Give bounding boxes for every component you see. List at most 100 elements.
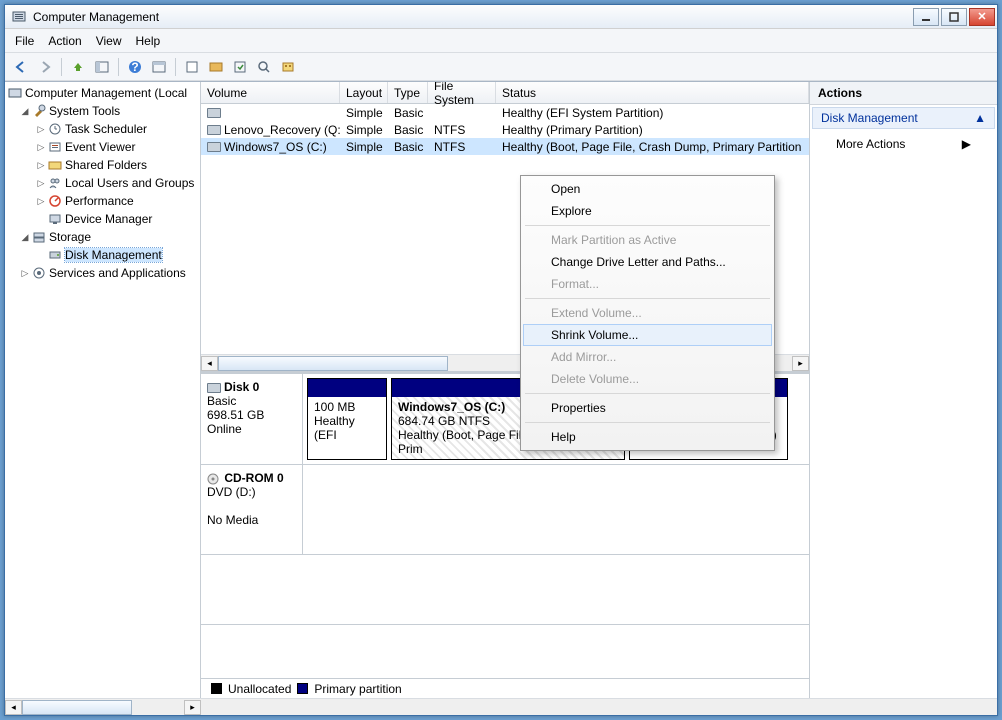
performance-icon bbox=[47, 194, 63, 208]
ctx-format: Format... bbox=[523, 273, 772, 295]
volume-status: Healthy (Boot, Page File, Crash Dump, Pr… bbox=[496, 140, 809, 154]
menu-file[interactable]: File bbox=[15, 34, 34, 48]
tree-event-viewer[interactable]: ▷ Event Viewer bbox=[5, 138, 200, 156]
col-file-system[interactable]: File System bbox=[428, 82, 496, 103]
folder-icon bbox=[47, 158, 63, 172]
menu-view[interactable]: View bbox=[96, 34, 122, 48]
tree-local-users[interactable]: ▷ Local Users and Groups bbox=[5, 174, 200, 192]
actions-more[interactable]: More Actions ▶ bbox=[810, 131, 997, 157]
tree-label: Device Manager bbox=[65, 212, 152, 226]
volume-row[interactable]: Simple Basic Healthy (EFI System Partiti… bbox=[201, 104, 809, 121]
back-button[interactable] bbox=[11, 57, 31, 77]
users-icon bbox=[47, 176, 63, 190]
tree-root[interactable]: Computer Management (Local bbox=[5, 84, 200, 102]
menu-help[interactable]: Help bbox=[136, 34, 161, 48]
disk-icon bbox=[47, 248, 63, 262]
partition-status: Healthy (EFI bbox=[314, 414, 380, 442]
tool-button[interactable] bbox=[182, 57, 202, 77]
collapse-icon[interactable]: ◢ bbox=[19, 106, 31, 117]
tree-services[interactable]: ▷Services and Applications bbox=[5, 264, 200, 282]
volume-row-selected[interactable]: Windows7_OS (C:) Simple Basic NTFS Healt… bbox=[201, 138, 809, 155]
expand-icon[interactable]: ▷ bbox=[19, 268, 31, 279]
ctx-delete-volume: Delete Volume... bbox=[523, 368, 772, 390]
tree-shared-folders[interactable]: ▷ Shared Folders bbox=[5, 156, 200, 174]
tree-label: Local Users and Groups bbox=[65, 176, 194, 190]
menu-action[interactable]: Action bbox=[48, 34, 81, 48]
tree-label: Disk Management bbox=[65, 248, 162, 262]
ctx-explore[interactable]: Explore bbox=[523, 200, 772, 222]
computer-icon bbox=[7, 86, 23, 100]
titlebar[interactable]: Computer Management ✕ bbox=[5, 5, 997, 29]
storage-icon bbox=[31, 230, 47, 244]
tree-label: Computer Management (Local bbox=[25, 86, 187, 100]
drive-icon bbox=[207, 142, 221, 152]
volume-status: Healthy (Primary Partition) bbox=[496, 123, 809, 137]
expand-icon[interactable]: ▷ bbox=[35, 178, 47, 189]
toolbar-separator bbox=[61, 58, 62, 76]
ctx-properties[interactable]: Properties bbox=[523, 397, 772, 419]
volume-type: Basic bbox=[388, 106, 428, 120]
col-type[interactable]: Type bbox=[388, 82, 428, 103]
expand-icon[interactable]: ▷ bbox=[35, 196, 47, 207]
clock-icon bbox=[47, 122, 63, 136]
tree-label: Event Viewer bbox=[65, 140, 135, 154]
tree-task-scheduler[interactable]: ▷Task Scheduler bbox=[5, 120, 200, 138]
scroll-right-button[interactable]: ▸ bbox=[792, 356, 809, 371]
disk-status: Online bbox=[207, 422, 296, 436]
col-volume[interactable]: Volume bbox=[201, 82, 340, 103]
tool-button[interactable] bbox=[278, 57, 298, 77]
tools-icon bbox=[31, 104, 47, 118]
actions-section[interactable]: Disk Management ▲ bbox=[812, 107, 995, 129]
help-button[interactable]: ? bbox=[125, 57, 145, 77]
tool-button[interactable] bbox=[230, 57, 250, 77]
tree-device-manager[interactable]: Device Manager bbox=[5, 210, 200, 228]
legend-unallocated-label: Unallocated bbox=[228, 682, 291, 696]
close-button[interactable]: ✕ bbox=[969, 8, 995, 26]
tree-storage[interactable]: ◢Storage bbox=[5, 228, 200, 246]
collapse-icon[interactable]: ◢ bbox=[19, 232, 31, 243]
context-menu: Open Explore Mark Partition as Active Ch… bbox=[520, 175, 775, 451]
menu-separator bbox=[525, 422, 770, 423]
settings-button[interactable] bbox=[149, 57, 169, 77]
tree-system-tools[interactable]: ◢ System Tools bbox=[5, 102, 200, 120]
volume-row[interactable]: Lenovo_Recovery (Q:) Simple Basic NTFS H… bbox=[201, 121, 809, 138]
minimize-button[interactable] bbox=[913, 8, 939, 26]
tree-pane[interactable]: Computer Management (Local ◢ System Tool… bbox=[5, 82, 201, 698]
volume-fs: NTFS bbox=[428, 140, 496, 154]
volume-type: Basic bbox=[388, 140, 428, 154]
forward-button[interactable] bbox=[35, 57, 55, 77]
services-icon bbox=[31, 266, 47, 280]
disk-info[interactable]: CD-ROM 0 DVD (D:) No Media bbox=[201, 465, 303, 554]
col-layout[interactable]: Layout bbox=[340, 82, 388, 103]
disk-info[interactable]: Disk 0 Basic 698.51 GB Online bbox=[201, 374, 303, 464]
ctx-open[interactable]: Open bbox=[523, 178, 772, 200]
col-status[interactable]: Status bbox=[496, 82, 809, 103]
ctx-help[interactable]: Help bbox=[523, 426, 772, 448]
expand-icon[interactable]: ▷ bbox=[35, 160, 47, 171]
show-hide-tree-button[interactable] bbox=[92, 57, 112, 77]
expand-icon[interactable]: ▷ bbox=[35, 124, 47, 135]
partition[interactable]: 100 MBHealthy (EFI bbox=[307, 378, 387, 460]
tree-disk-management[interactable]: Disk Management bbox=[5, 246, 200, 264]
maximize-button[interactable] bbox=[941, 8, 967, 26]
tree-performance[interactable]: ▷Performance bbox=[5, 192, 200, 210]
cdrom-icon bbox=[207, 471, 221, 485]
device-icon bbox=[47, 212, 63, 226]
disk-type: Basic bbox=[207, 394, 296, 408]
scroll-thumb[interactable] bbox=[218, 356, 448, 371]
app-icon bbox=[11, 9, 27, 25]
content-area: Computer Management (Local ◢ System Tool… bbox=[5, 81, 997, 698]
disk-row: CD-ROM 0 DVD (D:) No Media bbox=[201, 465, 809, 555]
scroll-left-button[interactable]: ◂ bbox=[201, 356, 218, 371]
tool-button[interactable] bbox=[254, 57, 274, 77]
legend: Unallocated Primary partition bbox=[201, 678, 809, 698]
toolbar: ? bbox=[5, 53, 997, 81]
volume-name: Windows7_OS (C:) bbox=[224, 140, 327, 154]
expand-icon[interactable]: ▷ bbox=[35, 142, 47, 153]
menu-separator bbox=[525, 225, 770, 226]
tree-label: Shared Folders bbox=[65, 158, 147, 172]
tool-button[interactable] bbox=[206, 57, 226, 77]
ctx-shrink-volume[interactable]: Shrink Volume... bbox=[523, 324, 772, 346]
up-button[interactable] bbox=[68, 57, 88, 77]
ctx-change-drive-letter[interactable]: Change Drive Letter and Paths... bbox=[523, 251, 772, 273]
